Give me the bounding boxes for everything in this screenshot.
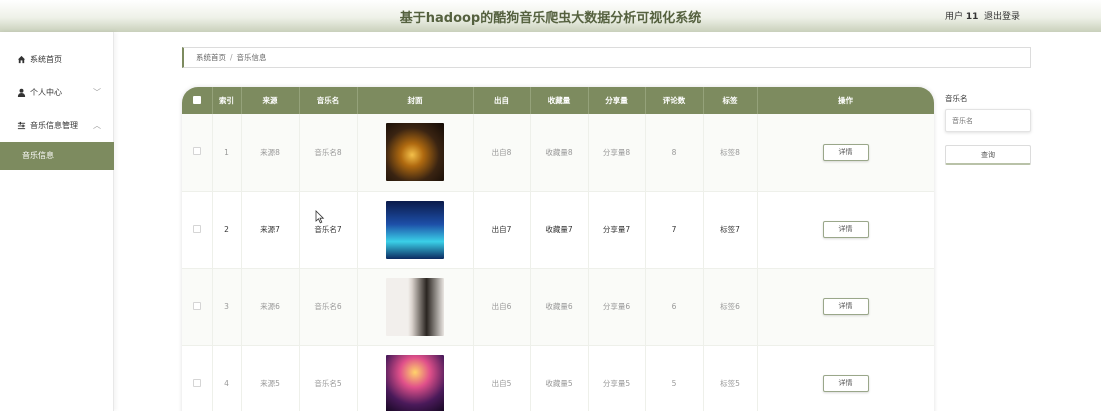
table-row[interactable]: 2 来源7 音乐名7 出自7 收藏量7 分享量7 7 标签7 详情 bbox=[182, 191, 934, 269]
table-header-row: 索引 来源 音乐名 封面 出自 收藏量 分享量 评论数 标签 操作 bbox=[182, 87, 934, 114]
row-checkbox[interactable] bbox=[192, 147, 201, 156]
detail-button[interactable]: 详情 bbox=[822, 221, 869, 238]
table-row[interactable]: 4 来源5 音乐名5 出自5 收藏量5 分享量5 5 标签5 详情 bbox=[182, 345, 934, 411]
sidebar-item-label: 音乐信息管理 bbox=[30, 121, 78, 130]
cell-comments: 7 bbox=[645, 191, 704, 269]
breadcrumb-separator: / bbox=[230, 53, 233, 62]
cell-tag: 标签7 bbox=[703, 191, 758, 269]
cell-index: 4 bbox=[212, 345, 242, 411]
music-table: 索引 来源 音乐名 封面 出自 收藏量 分享量 评论数 标签 操作 1 来源8 … bbox=[182, 87, 934, 411]
column-header-index: 索引 bbox=[212, 87, 242, 114]
column-header-source: 来源 bbox=[241, 87, 300, 114]
music-name-filter-label: 音乐名 bbox=[945, 94, 968, 103]
logout-link[interactable]: 退出登录 bbox=[984, 9, 1020, 22]
breadcrumb-home[interactable]: 系统首页 bbox=[196, 53, 226, 62]
user-id: 11 bbox=[965, 12, 979, 22]
cell-comments: 6 bbox=[645, 268, 704, 346]
music-name-search-input[interactable] bbox=[945, 109, 1031, 132]
cell-comments: 5 bbox=[645, 345, 704, 411]
cell-name: 音乐名5 bbox=[299, 345, 358, 411]
cell-name: 音乐名6 bbox=[299, 268, 358, 346]
top-header: 基于hadoop的酷狗音乐爬虫大数据分析可视化系统 用户 11 退出登录 bbox=[0, 0, 1101, 32]
detail-button[interactable]: 详情 bbox=[822, 143, 869, 161]
mouse-cursor-icon bbox=[315, 210, 325, 224]
cell-source: 来源7 bbox=[241, 191, 300, 269]
cover-image bbox=[386, 200, 444, 259]
cell-origin: 出自7 bbox=[473, 191, 531, 269]
sidebar-item-personal-center[interactable]: 个人中心 ﹀ bbox=[0, 81, 114, 105]
cell-index: 3 bbox=[212, 268, 242, 346]
cell-tag: 标签5 bbox=[703, 345, 758, 411]
column-header-actions: 操作 bbox=[757, 87, 934, 114]
settings-icon bbox=[16, 114, 26, 138]
chevron-down-icon: ﹀ bbox=[93, 88, 101, 97]
table-row[interactable]: 1 来源8 音乐名8 出自8 收藏量8 分享量8 8 标签8 详情 bbox=[182, 114, 934, 192]
sidebar-item-music-info[interactable]: 音乐信息 bbox=[0, 142, 114, 170]
cover-image bbox=[386, 277, 444, 336]
cell-origin: 出自8 bbox=[473, 114, 531, 192]
cell-origin: 出自5 bbox=[473, 345, 531, 411]
cell-shares: 分享量7 bbox=[588, 191, 646, 269]
detail-button[interactable]: 详情 bbox=[822, 298, 869, 315]
cell-index: 1 bbox=[212, 114, 242, 192]
sidebar-item-home[interactable]: 系统首页 bbox=[0, 48, 114, 72]
cell-origin: 出自6 bbox=[473, 268, 531, 346]
detail-button[interactable]: 详情 bbox=[822, 375, 869, 392]
sidebar-item-label: 音乐信息 bbox=[22, 151, 54, 160]
app-title: 基于hadoop的酷狗音乐爬虫大数据分析可视化系统 bbox=[399, 11, 702, 26]
column-header-tag: 标签 bbox=[703, 87, 758, 114]
cell-tag: 标签8 bbox=[703, 114, 758, 192]
cell-shares: 分享量8 bbox=[588, 114, 646, 192]
sidebar: 系统首页 个人中心 ﹀ 音乐信息管理 ︿ 音乐信息 bbox=[0, 32, 114, 411]
select-all-cell[interactable] bbox=[182, 87, 213, 114]
cell-favorites: 收藏量6 bbox=[530, 268, 589, 346]
column-header-cover: 封面 bbox=[357, 87, 474, 114]
cell-source: 来源6 bbox=[241, 268, 300, 346]
cell-favorites: 收藏量8 bbox=[530, 114, 589, 192]
row-checkbox[interactable] bbox=[192, 224, 201, 233]
column-header-name: 音乐名 bbox=[299, 87, 358, 114]
cell-shares: 分享量6 bbox=[588, 268, 646, 346]
sidebar-item-label: 个人中心 bbox=[30, 88, 62, 97]
breadcrumb-current: 音乐信息 bbox=[236, 53, 267, 62]
breadcrumb: 系统首页 / 音乐信息 bbox=[182, 47, 1031, 68]
cover-image bbox=[386, 354, 444, 411]
cell-source: 来源5 bbox=[241, 345, 300, 411]
sidebar-item-music-management[interactable]: 音乐信息管理 ︿ bbox=[0, 114, 114, 138]
select-all-checkbox[interactable] bbox=[192, 95, 201, 104]
cell-source: 来源8 bbox=[241, 114, 300, 192]
chevron-up-icon: ︿ bbox=[93, 121, 101, 130]
cell-favorites: 收藏量5 bbox=[530, 345, 589, 411]
cell-favorites: 收藏量7 bbox=[530, 191, 589, 269]
sidebar-item-label: 系统首页 bbox=[30, 55, 62, 64]
cover-image bbox=[386, 123, 444, 182]
user-icon bbox=[16, 81, 26, 105]
cell-name: 音乐名8 bbox=[299, 114, 358, 192]
home-icon bbox=[16, 48, 26, 72]
table-row[interactable]: 3 来源6 音乐名6 出自6 收藏量6 分享量6 6 标签6 详情 bbox=[182, 268, 934, 346]
cell-name: 音乐名7 bbox=[299, 191, 358, 269]
cell-comments: 8 bbox=[645, 114, 704, 192]
search-button[interactable]: 查询 bbox=[945, 145, 1031, 165]
cell-shares: 分享量5 bbox=[588, 345, 646, 411]
column-header-favorites: 收藏量 bbox=[530, 87, 589, 114]
cell-index: 2 bbox=[212, 191, 242, 269]
user-info: 用户 11 bbox=[945, 9, 978, 22]
row-checkbox[interactable] bbox=[192, 301, 201, 310]
user-prefix: 用户 bbox=[945, 12, 964, 22]
row-checkbox[interactable] bbox=[192, 378, 201, 387]
column-header-comments: 评论数 bbox=[645, 87, 704, 114]
column-header-origin: 出自 bbox=[473, 87, 531, 114]
cell-tag: 标签6 bbox=[703, 268, 758, 346]
column-header-shares: 分享量 bbox=[588, 87, 646, 114]
